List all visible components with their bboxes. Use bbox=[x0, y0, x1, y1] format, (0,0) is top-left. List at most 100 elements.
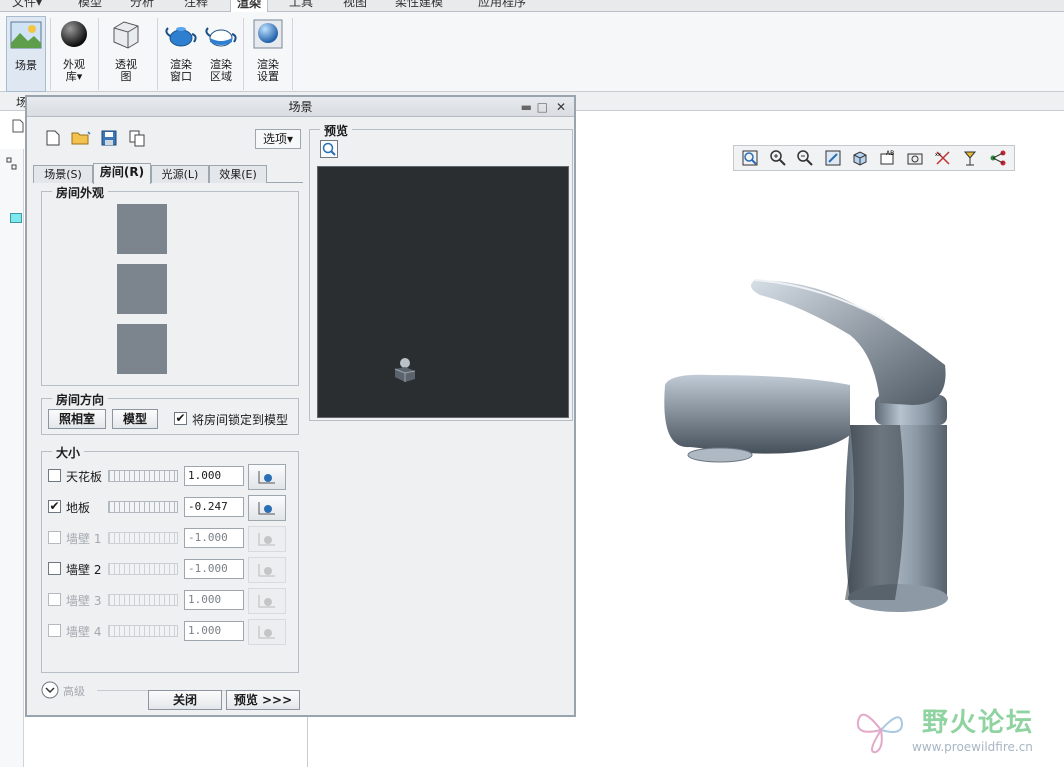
wall2-drag-button[interactable] bbox=[248, 557, 286, 583]
wall4-value-field: 1.000 bbox=[184, 621, 244, 641]
refit-preview-button[interactable] bbox=[320, 140, 338, 158]
saved-views-button[interactable]: AB bbox=[876, 147, 900, 169]
datum-display-button[interactable]: xx bbox=[931, 147, 955, 169]
tab-model[interactable]: 模型 bbox=[72, 0, 108, 12]
floor-label: 地板 bbox=[66, 501, 91, 515]
tab-tools[interactable]: 工具 bbox=[283, 0, 319, 12]
preview-button[interactable]: 预览 >>> bbox=[226, 690, 300, 710]
zoom-fit-icon bbox=[322, 142, 336, 156]
floor-checkbox[interactable]: ✔ bbox=[48, 500, 61, 513]
repaint-button[interactable] bbox=[821, 147, 845, 169]
file-toolbar bbox=[39, 127, 151, 149]
new-scene-button[interactable] bbox=[39, 127, 67, 149]
tab-applications[interactable]: 应用程序 bbox=[472, 0, 532, 12]
wall2-value-field[interactable]: -1.000 bbox=[184, 559, 244, 579]
wall1-checkbox bbox=[48, 531, 61, 544]
refit-button[interactable] bbox=[738, 147, 762, 169]
tab-flexible-modeling[interactable]: 柔性建模 bbox=[389, 0, 449, 12]
spin-center-button[interactable] bbox=[958, 147, 982, 169]
tab-render[interactable]: 渲染 bbox=[230, 0, 269, 12]
floor-swatch[interactable] bbox=[117, 264, 167, 314]
studio-button[interactable]: 照相室 bbox=[48, 409, 106, 429]
wall3-slider bbox=[108, 594, 178, 606]
minimize-icon[interactable]: ▬ bbox=[521, 97, 532, 117]
drag-plane-icon bbox=[258, 595, 275, 608]
close-button[interactable]: 关闭 bbox=[148, 690, 222, 710]
save-scene-button[interactable] bbox=[95, 127, 123, 149]
ceiling-label: 天花板 bbox=[66, 470, 103, 484]
display-style-button[interactable] bbox=[848, 147, 872, 169]
tab-scene[interactable]: 场景(S) bbox=[33, 165, 93, 183]
wall1-row: 墙壁 1 -1.000 bbox=[42, 526, 300, 552]
copy-scene-button[interactable] bbox=[123, 127, 151, 149]
floor-value-field[interactable]: -0.247 bbox=[184, 497, 244, 517]
tab-annotate[interactable]: 注释 bbox=[178, 0, 214, 12]
zoom-in-button[interactable] bbox=[766, 147, 790, 169]
preview-viewport[interactable] bbox=[317, 166, 569, 418]
drag-plane-icon bbox=[258, 471, 275, 484]
tab-effects[interactable]: 效果(E) bbox=[209, 165, 267, 183]
floor-slider[interactable] bbox=[108, 501, 178, 513]
wall2-checkbox[interactable] bbox=[48, 562, 61, 575]
render-window-label-2: 窗口 bbox=[170, 70, 192, 83]
model-button[interactable]: 模型 bbox=[112, 409, 158, 429]
svg-text:xx: xx bbox=[935, 152, 941, 158]
render-window-button[interactable]: 渲染 窗口 bbox=[161, 16, 201, 92]
wall4-slider bbox=[108, 625, 178, 637]
tab-file[interactable]: 文件▾ bbox=[6, 0, 48, 12]
graphics-toolbar: AB xx bbox=[733, 145, 1015, 171]
ceiling-checkbox[interactable] bbox=[48, 469, 61, 482]
teapot-region-icon bbox=[205, 27, 237, 47]
open-scene-button[interactable] bbox=[67, 127, 95, 149]
repaint-icon bbox=[825, 150, 840, 166]
dialog-titlebar[interactable]: 场景 ▬ □ ✕ bbox=[27, 97, 574, 117]
render-settings-button[interactable]: 渲染 设置 bbox=[248, 16, 288, 92]
floor-row: ✔ 地板 -0.247 bbox=[42, 495, 300, 521]
wall3-row: 墙壁 3 1.000 bbox=[42, 588, 300, 614]
preview-group-label: 预览 bbox=[320, 122, 353, 139]
ceiling-value-field[interactable]: 1.000 bbox=[184, 466, 244, 486]
tab-analysis[interactable]: 分析 bbox=[124, 0, 160, 12]
perspective-view-button[interactable]: 透视 图 bbox=[106, 16, 146, 92]
scene-label: 场景 bbox=[15, 59, 37, 72]
ribbon: 场景 外观 库▾ 透视 图 渲染 窗口 渲染 区域 渲染 设置 bbox=[0, 12, 1064, 92]
size-label: 大小 bbox=[52, 444, 85, 461]
ribbon-tab-bar: 文件▾ 模型 分析 注释 渲染 工具 视图 柔性建模 应用程序 bbox=[0, 0, 1064, 12]
wall3-value-field: 1.000 bbox=[184, 590, 244, 610]
tab-view[interactable]: 视图 bbox=[337, 0, 373, 12]
zoom-out-button[interactable] bbox=[793, 147, 817, 169]
navigator-strip bbox=[0, 149, 24, 767]
appearance-library-button[interactable]: 外观 库▾ bbox=[54, 16, 94, 92]
ceiling-swatch[interactable] bbox=[117, 204, 167, 254]
annotation-display-icon bbox=[990, 150, 1005, 166]
view-manager-button[interactable] bbox=[903, 147, 927, 169]
dialog-title: 场景 bbox=[288, 100, 313, 114]
annotation-display-button[interactable] bbox=[986, 147, 1010, 169]
options-dropdown[interactable]: 选项▾ bbox=[255, 129, 301, 149]
ceiling-slider[interactable] bbox=[108, 470, 178, 482]
close-icon[interactable]: ✕ bbox=[556, 97, 566, 117]
datum-display-icon: xx bbox=[935, 151, 950, 165]
ceiling-drag-button[interactable] bbox=[248, 464, 286, 490]
tab-room[interactable]: 房间(R) bbox=[93, 163, 151, 184]
lock-room-checkbox[interactable]: ✔ bbox=[174, 412, 187, 425]
part-icon[interactable] bbox=[10, 213, 22, 223]
new-file-icon[interactable] bbox=[12, 119, 24, 133]
floor-drag-button[interactable] bbox=[248, 495, 286, 521]
render-region-button[interactable]: 渲染 区域 bbox=[201, 16, 241, 92]
copy-icon bbox=[129, 130, 145, 147]
scene-button[interactable]: 场景 bbox=[6, 16, 46, 92]
drag-plane-icon bbox=[258, 564, 275, 577]
room-direction-label: 房间方向 bbox=[52, 391, 109, 408]
wall-swatch[interactable] bbox=[117, 324, 167, 374]
maximize-icon[interactable]: □ bbox=[537, 97, 548, 117]
wall4-label: 墙壁 4 bbox=[66, 625, 102, 639]
zoom-in-icon bbox=[769, 150, 786, 166]
drag-plane-icon bbox=[258, 626, 275, 639]
preview-group: 预览 bbox=[309, 122, 573, 421]
refit-icon bbox=[742, 150, 758, 166]
open-folder-icon bbox=[71, 131, 91, 145]
wall2-slider[interactable] bbox=[108, 563, 178, 575]
tree-icon[interactable] bbox=[6, 157, 18, 171]
tab-lights[interactable]: 光源(L) bbox=[151, 165, 209, 183]
